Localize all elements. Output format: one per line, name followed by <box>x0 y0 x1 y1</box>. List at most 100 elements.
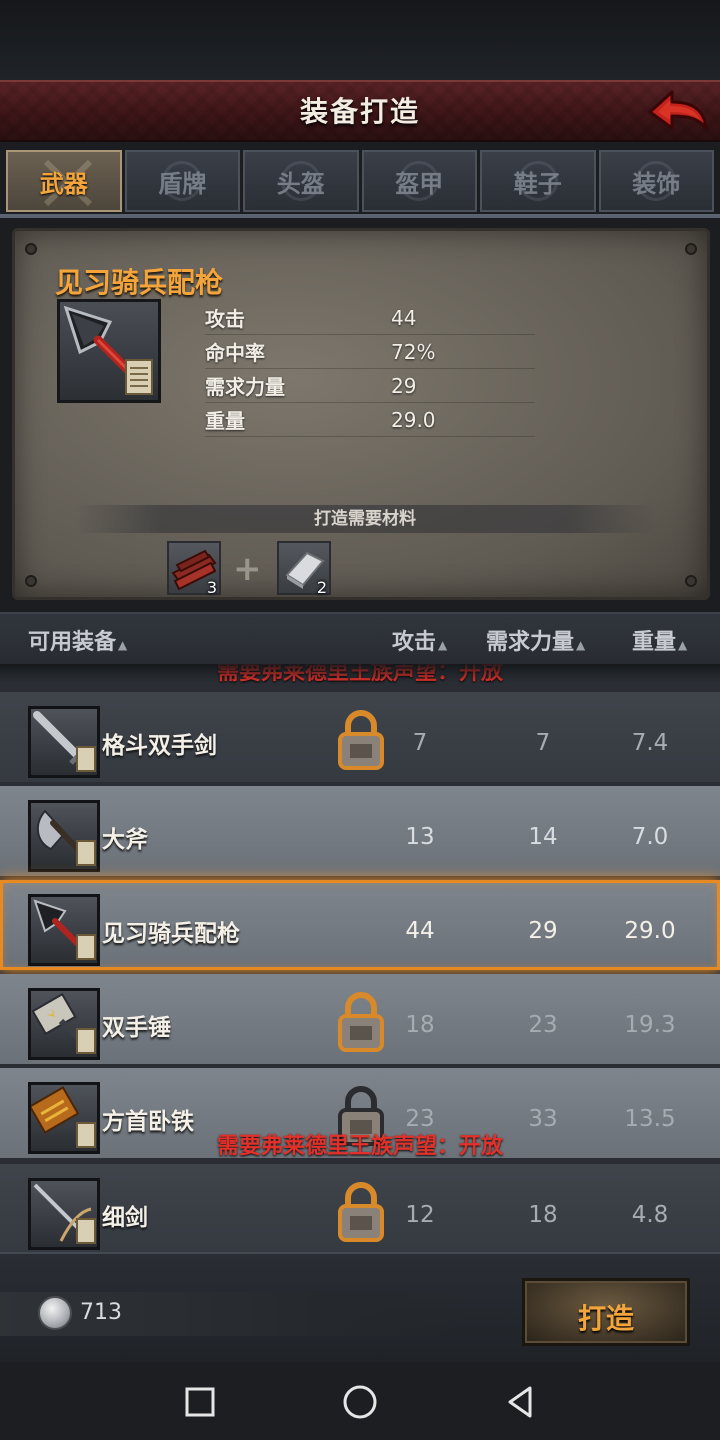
material-count: 3 <box>206 578 217 597</box>
footer-bar: 713 打造 <box>0 1252 720 1362</box>
lock-icon <box>338 992 384 1052</box>
pin-icon <box>25 243 37 255</box>
sort-arrow-icon: ▲ <box>438 638 448 652</box>
weight-value: 29.0 <box>624 918 676 944</box>
item-thumbnail <box>28 706 100 778</box>
list-item-selected[interactable]: 见习骑兵配枪 44 29 29.0 <box>0 880 720 970</box>
sort-by-attack[interactable]: 攻击 ▲ <box>392 624 447 656</box>
strength-value: 14 <box>528 824 558 850</box>
tab-label: 盾牌 <box>158 169 207 198</box>
sort-by-strength[interactable]: 需求力量 ▲ <box>486 624 585 656</box>
tab-label: 装饰 <box>632 169 681 198</box>
stat-label: 需求力量 <box>205 375 285 399</box>
rapier-icon <box>33 1183 96 1244</box>
stat-row: 需求力量 29 <box>205 369 535 403</box>
forge-button[interactable]: 打造 <box>522 1278 690 1346</box>
material-slot[interactable]: 2 <box>277 541 331 597</box>
tab-label: 盔甲 <box>395 169 444 198</box>
back-button[interactable] <box>646 86 710 138</box>
stat-label: 重量 <box>205 409 245 433</box>
great-axe-icon <box>36 809 96 866</box>
pin-icon <box>685 243 697 255</box>
column-label: 攻击 <box>392 630 437 655</box>
stat-label: 命中率 <box>205 341 265 365</box>
back-arrow-icon <box>648 90 708 130</box>
item-name: 大斧 <box>102 827 148 853</box>
tab-label: 头盔 <box>276 169 325 198</box>
stat-value: 72% <box>391 339 436 364</box>
stat-row: 攻击 44 <box>205 301 535 335</box>
greatsword-icon <box>33 711 96 773</box>
list-item[interactable]: 方首卧铁 23 33 13.5 需要弗莱德里王族声望：开放 <box>0 1068 720 1159</box>
unlock-requirement-text: 需要弗莱德里王族声望：开放 <box>216 664 503 685</box>
tabs-divider <box>0 214 720 218</box>
recent-apps-icon[interactable] <box>180 1382 220 1422</box>
tab-helmets[interactable]: 头盔 <box>243 150 359 212</box>
attack-value: 13 <box>405 824 435 850</box>
attack-value: 7 <box>412 730 428 756</box>
item-name: 双手锤 <box>102 1015 171 1041</box>
forge-button-label: 打造 <box>577 1302 634 1335</box>
weight-value: 7.4 <box>631 730 669 756</box>
item-icon <box>57 299 161 403</box>
list-item[interactable]: 细剑 12 18 4.8 <box>0 1164 720 1252</box>
list-item[interactable]: 大斧 13 14 7.0 <box>0 786 720 876</box>
attack-value: 12 <box>405 1202 435 1228</box>
strength-value: 7 <box>535 730 551 756</box>
sort-by-name[interactable]: 可用装备 ▲ <box>28 624 127 656</box>
material-count: 2 <box>316 578 327 597</box>
spear-icon <box>33 899 96 960</box>
category-tabs: 武器 盾牌 头盔 盔甲 鞋子 装饰 <box>6 150 714 216</box>
column-label: 可用装备 <box>28 630 117 655</box>
pin-icon <box>25 575 37 587</box>
pin-icon <box>685 575 697 587</box>
home-icon[interactable] <box>340 1382 380 1422</box>
stat-value: 29.0 <box>391 407 436 432</box>
item-stats: 攻击 44 命中率 72% 需求力量 29 重量 29.0 <box>205 301 535 437</box>
item-detail-panel: 见习骑兵配枪 攻击 44 命中率 72% 需求力量 29 重量 29.0 打造需… <box>12 228 710 600</box>
weight-value: 19.3 <box>624 1012 676 1038</box>
strength-value: 29 <box>528 918 558 944</box>
sort-arrow-icon: ▲ <box>118 638 128 652</box>
item-name: 格斗双手剑 <box>102 733 217 759</box>
list-item[interactable]: 双手锤 18 23 19.3 <box>0 974 720 1064</box>
item-thumbnail <box>28 1178 100 1250</box>
sort-arrow-icon: ▲ <box>576 638 586 652</box>
attack-value: 18 <box>405 1012 435 1038</box>
system-nav-bar <box>0 1362 720 1440</box>
unlock-requirement-text: 需要弗莱德里王族声望：开放 <box>216 1134 503 1159</box>
tab-accessories[interactable]: 装饰 <box>598 150 714 212</box>
strength-value: 23 <box>528 1012 558 1038</box>
stat-value: 44 <box>391 305 417 330</box>
lock-icon <box>338 710 384 770</box>
sort-by-weight[interactable]: 重量 ▲ <box>632 624 687 656</box>
item-name: 见习骑兵配枪 <box>102 921 240 947</box>
column-label: 重量 <box>632 630 677 655</box>
stat-value: 29 <box>391 373 417 398</box>
tab-boots[interactable]: 鞋子 <box>480 150 596 212</box>
strength-value: 18 <box>528 1202 558 1228</box>
stat-row: 重量 29.0 <box>205 403 535 437</box>
equipment-list[interactable]: 需要弗莱德里王族声望：开放 格斗双手剑 7 7 7.4 大斧 13 14 7.0… <box>0 664 720 1252</box>
tab-label: 鞋子 <box>513 169 562 198</box>
tab-shields[interactable]: 盾牌 <box>124 150 240 212</box>
page-title: 装备打造 <box>299 95 420 128</box>
tab-label: 武器 <box>39 169 88 198</box>
weight-value: 7.0 <box>631 824 669 850</box>
back-icon[interactable] <box>500 1382 540 1422</box>
material-slot[interactable]: 3 <box>167 541 221 597</box>
currency-amount: 713 <box>80 1300 122 1325</box>
item-name: 见习骑兵配枪 <box>55 266 224 299</box>
list-header: 可用装备 ▲ 攻击 ▲ 需求力量 ▲ 重量 ▲ <box>0 612 720 664</box>
tab-armor[interactable]: 盔甲 <box>361 150 477 212</box>
lock-icon <box>338 1182 384 1242</box>
item-name: 细剑 <box>102 1205 148 1231</box>
stat-row: 命中率 72% <box>205 335 535 369</box>
list-item[interactable]: 格斗双手剑 7 7 7.4 <box>0 692 720 782</box>
item-thumbnail <box>28 800 100 872</box>
header-bar: 装备打造 <box>0 80 720 142</box>
tab-weapons[interactable]: 武器 <box>6 150 122 212</box>
plus-icon: + <box>233 549 262 589</box>
item-thumbnail <box>28 988 100 1060</box>
stat-label: 攻击 <box>205 307 245 331</box>
